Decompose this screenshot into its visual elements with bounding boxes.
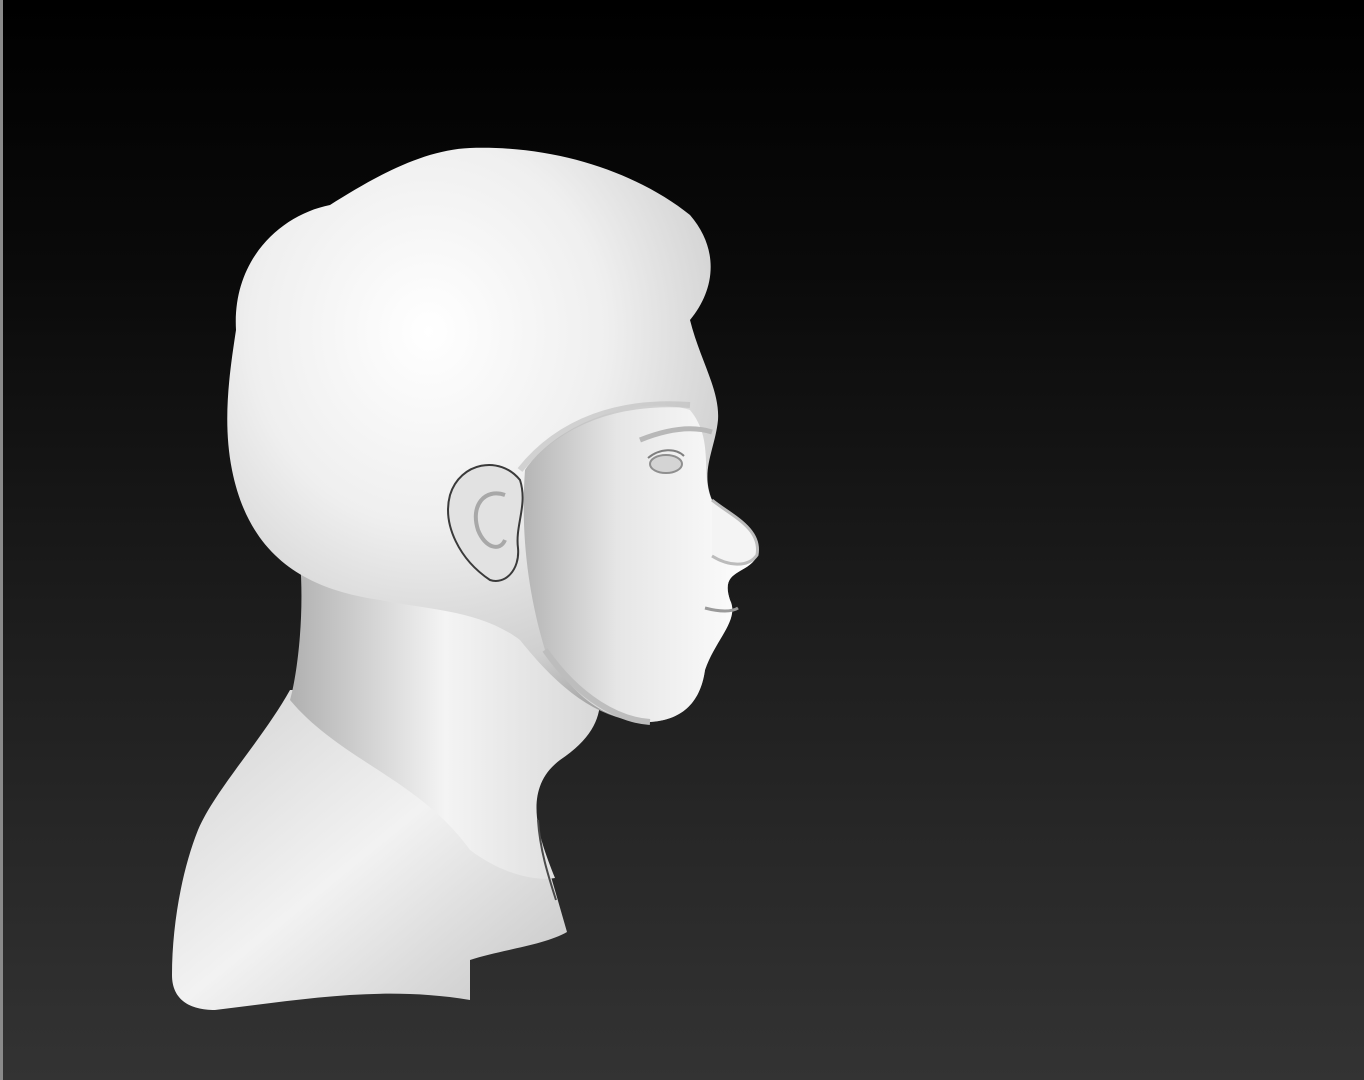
3d-viewport[interactable]	[0, 0, 1364, 1080]
eye-icon	[649, 454, 683, 474]
nose-shape	[711, 498, 759, 566]
sculpted-bust-model[interactable]	[0, 0, 1364, 1080]
